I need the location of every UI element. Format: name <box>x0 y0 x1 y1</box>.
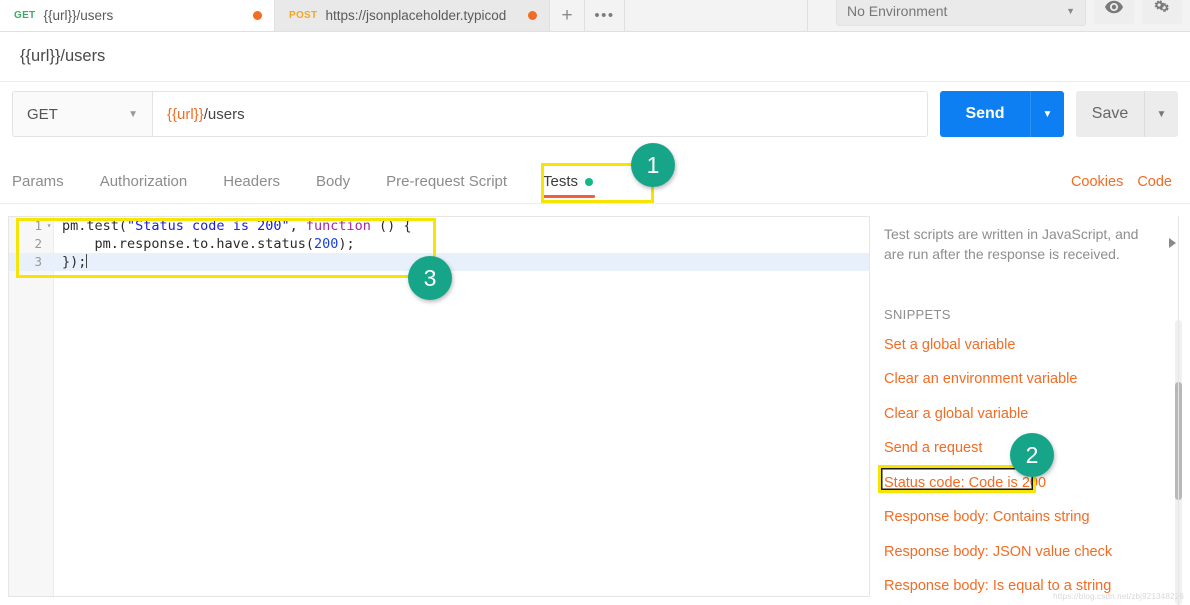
save-button-group: Save ▼ <box>1076 91 1178 137</box>
environment-quick-look-button[interactable] <box>1094 0 1134 24</box>
postman-window: GET {{url}}/users POST https://jsonplace… <box>0 0 1190 605</box>
tab-method-label: POST <box>289 10 317 21</box>
snippet-item[interactable]: Response body: JSON value check <box>878 535 1190 570</box>
tab-title: https://jsonplaceholder.typicod <box>325 8 506 23</box>
tab-label: Headers <box>223 173 280 190</box>
tab-label: Authorization <box>100 173 188 190</box>
snippet-item[interactable]: Response body: Contains string <box>878 500 1190 535</box>
eye-icon <box>1105 0 1123 19</box>
request-section-tabs: Params Authorization Headers Body Pre-re… <box>0 160 1190 204</box>
tab-title: {{url}}/users <box>43 8 113 23</box>
snippet-item[interactable]: Set a global variable <box>878 328 1190 363</box>
environment-zone: No Environment ▼ <box>808 0 1190 31</box>
unsaved-indicator-dot <box>253 11 262 20</box>
panel-divider <box>1178 216 1179 605</box>
editor-line[interactable]: 2 pm.response.to.have.status(200); <box>9 235 869 253</box>
request-tab-get-users[interactable]: GET {{url}}/users <box>0 0 275 31</box>
http-method-label: GET <box>27 106 58 123</box>
request-url-row: GET ▼ {{url}}/users Send ▼ Save ▼ <box>0 83 1190 145</box>
url-path-text: /users <box>204 106 245 123</box>
watermark-text: https://blog.csdn.net/zbj921348226 <box>1053 592 1184 601</box>
tabbar-spacer <box>625 0 808 31</box>
tab-label: Tests <box>543 173 578 190</box>
snippets-header: SNIPPETS <box>884 307 1190 322</box>
environment-select[interactable]: No Environment ▼ <box>836 0 1086 26</box>
annotation-badge-1: 1 <box>631 143 675 187</box>
code-token: }); <box>62 254 86 270</box>
chevron-down-icon: ▼ <box>128 109 138 120</box>
tab-pre-request-script[interactable]: Pre-request Script <box>368 160 525 203</box>
send-options-caret-icon[interactable]: ▼ <box>1030 91 1064 137</box>
http-method-select[interactable]: GET ▼ <box>12 91 152 137</box>
tab-headers[interactable]: Headers <box>205 160 298 203</box>
new-tab-button[interactable]: + <box>550 0 585 31</box>
tab-body[interactable]: Body <box>298 160 368 203</box>
snippet-item[interactable]: Clear an environment variable <box>878 362 1190 397</box>
editor-line-text: pm.test("Status code is 200", function (… <box>62 217 412 235</box>
request-links: Cookies Code <box>1071 160 1190 203</box>
tab-label: Body <box>316 173 350 190</box>
tab-authorization[interactable]: Authorization <box>82 160 206 203</box>
send-button[interactable]: Send <box>940 91 1030 137</box>
annotation-badge-2: 2 <box>1010 433 1054 477</box>
code-token: "Status code is 200" <box>127 218 290 234</box>
save-button[interactable]: Save <box>1076 91 1144 137</box>
tab-label: Pre-request Script <box>386 173 507 190</box>
snippets-panel: Test scripts are written in JavaScript, … <box>878 216 1190 605</box>
code-token: pm.test( <box>62 218 127 234</box>
collapse-panel-icon[interactable] <box>1169 238 1176 248</box>
annotation-badge-3: 3 <box>408 256 452 300</box>
request-name-bar: {{url}}/users <box>0 32 1190 82</box>
cookies-link[interactable]: Cookies <box>1071 174 1123 190</box>
request-tab-bar: GET {{url}}/users POST https://jsonplace… <box>0 0 1190 32</box>
environment-selected-label: No Environment <box>847 3 947 19</box>
text-cursor <box>86 254 87 268</box>
settings-button[interactable] <box>1142 0 1182 24</box>
editor-line-number: 1 <box>9 217 42 235</box>
editor-line-text: }); <box>62 253 87 271</box>
chevron-down-icon: ▼ <box>1066 6 1075 16</box>
request-name[interactable]: {{url}}/users <box>20 47 105 66</box>
request-tab-jsonplaceholder[interactable]: POST https://jsonplaceholder.typicod <box>275 0 550 31</box>
editor-line-number: 3 <box>9 253 42 271</box>
gear-icon <box>1154 0 1171 21</box>
snippets-description: Test scripts are written in JavaScript, … <box>878 216 1190 265</box>
code-token: function <box>306 218 371 234</box>
tab-method-label: GET <box>14 10 35 21</box>
code-link[interactable]: Code <box>1137 174 1172 190</box>
code-token: ); <box>338 236 354 252</box>
url-input[interactable]: {{url}}/users <box>152 91 928 137</box>
code-token: pm.response.to.have.status( <box>62 236 314 252</box>
snippet-item[interactable]: Clear a global variable <box>878 397 1190 432</box>
tab-label: Params <box>12 173 64 190</box>
editor-line[interactable]: 1▾ pm.test("Status code is 200", function… <box>9 217 869 235</box>
tab-options-icon[interactable]: ••• <box>585 0 625 31</box>
tab-params[interactable]: Params <box>0 160 82 203</box>
editor-line-text: pm.response.to.have.status(200); <box>62 235 355 253</box>
send-button-group: Send ▼ <box>940 91 1064 137</box>
code-fold-arrow-icon[interactable]: ▾ <box>44 217 54 235</box>
url-variable-token: {{url}} <box>167 106 204 123</box>
tab-tests[interactable]: Tests <box>525 160 611 203</box>
code-token: () { <box>371 218 412 234</box>
tests-present-indicator-dot <box>585 178 593 186</box>
unsaved-indicator-dot <box>528 11 537 20</box>
editor-line-number: 2 <box>9 235 42 253</box>
code-token: 200 <box>314 236 338 252</box>
code-token: , <box>290 218 306 234</box>
save-options-caret-icon[interactable]: ▼ <box>1144 91 1178 137</box>
